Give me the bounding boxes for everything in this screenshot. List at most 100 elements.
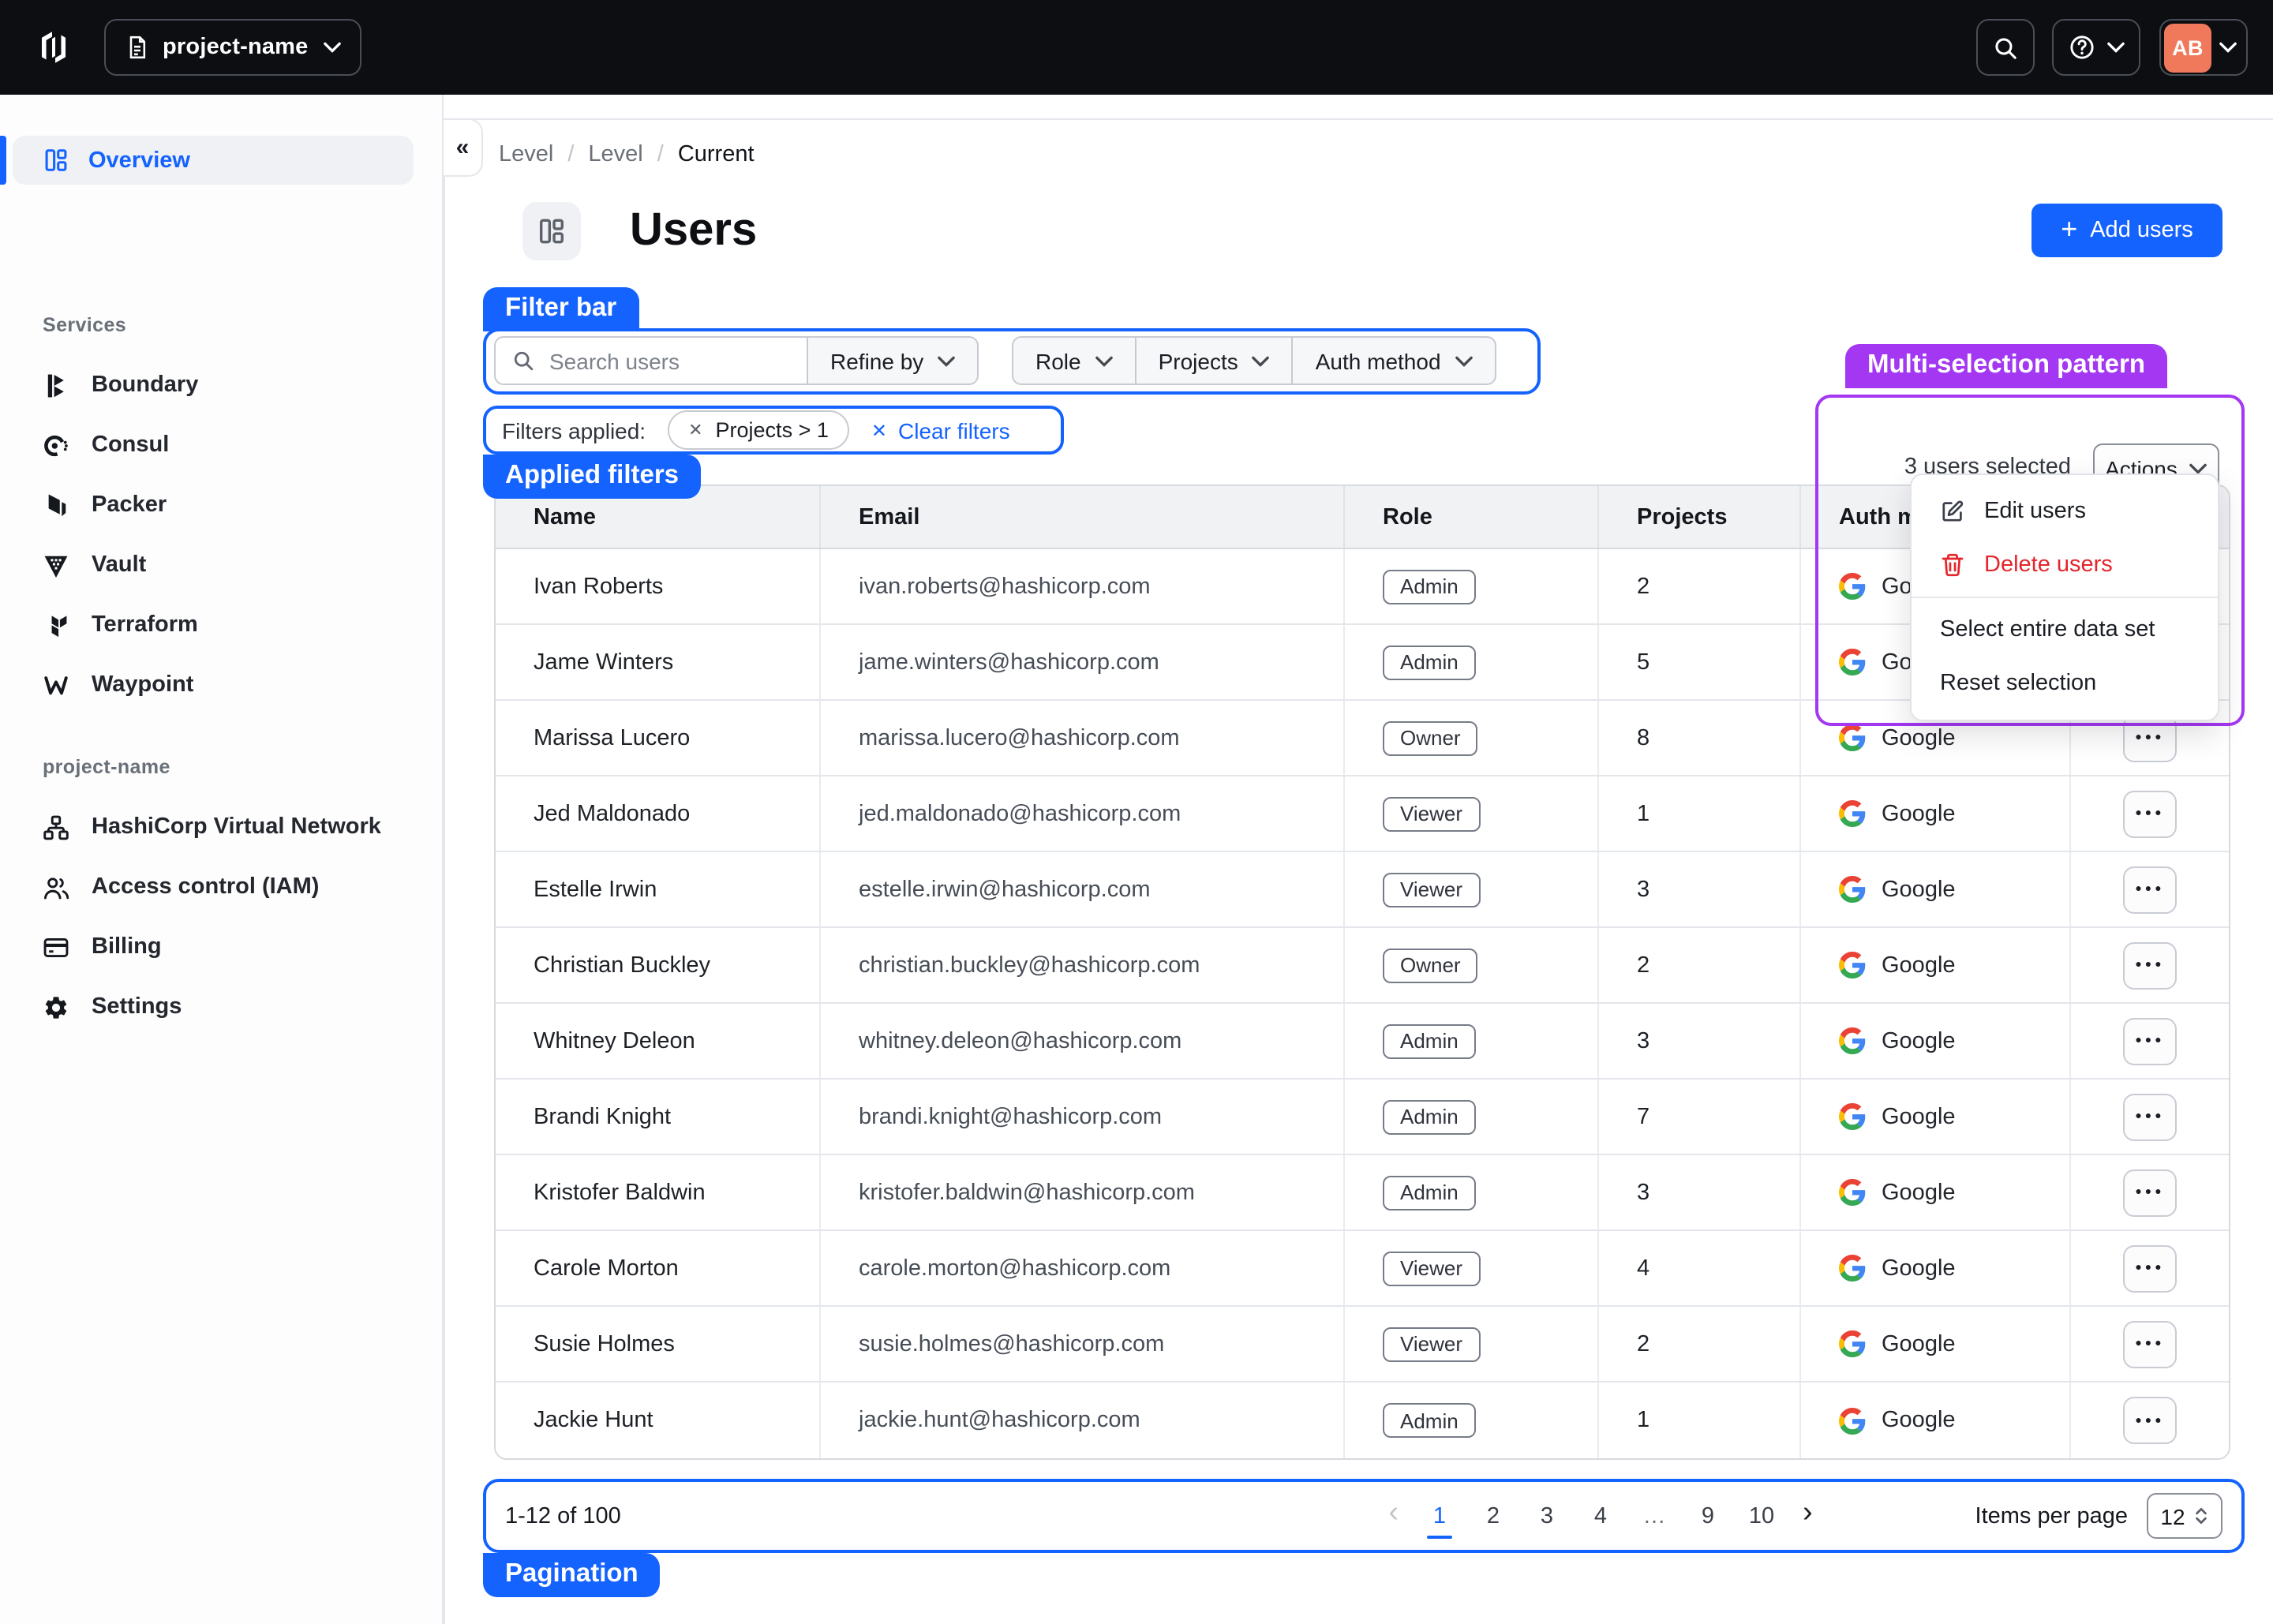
chevron-down-icon: [938, 354, 955, 367]
account-menu-button[interactable]: AB: [2159, 19, 2248, 76]
cell-name: Jackie Hunt: [496, 1383, 821, 1458]
help-icon: [2068, 33, 2096, 62]
table-row[interactable]: Whitney Deleonwhitney.deleon@hashicorp.c…: [496, 1004, 2229, 1080]
sidebar-item-terraform[interactable]: Terraform: [0, 595, 444, 655]
table-row[interactable]: Susie Holmessusie.holmes@hashicorp.comVi…: [496, 1307, 2229, 1383]
google-icon: [1839, 1255, 1866, 1282]
cell-email: brandi.knight@hashicorp.com: [821, 1080, 1345, 1154]
filter-chip-projects[interactable]: ✕ Projects > 1: [668, 410, 849, 450]
sidebar-item-waypoint[interactable]: Waypoint: [0, 655, 444, 715]
items-per-page-select[interactable]: 12: [2147, 1493, 2222, 1539]
menu-item-reset-selection[interactable]: Reset selection: [1912, 657, 2218, 710]
sidebar-item-boundary[interactable]: Boundary: [0, 355, 444, 415]
previous-page-button[interactable]: ‹: [1382, 1496, 1405, 1531]
dismiss-icon: ✕: [688, 420, 702, 440]
search-users-field[interactable]: [494, 336, 808, 385]
sidebar-item-settings[interactable]: Settings: [0, 977, 444, 1037]
project-switcher[interactable]: project-name: [104, 19, 361, 76]
role-badge: Viewer: [1383, 796, 1480, 831]
role-badge: Viewer: [1383, 872, 1480, 907]
filter-dropdown-projects[interactable]: Projects: [1136, 336, 1294, 385]
global-search-button[interactable]: [1976, 19, 2035, 76]
page-button-4[interactable]: 4: [1582, 1492, 1620, 1540]
cell-email: jame.winters@hashicorp.com: [821, 625, 1345, 699]
sidebar-item-label: Overview: [88, 148, 190, 173]
page-button-9[interactable]: 9: [1689, 1492, 1727, 1540]
row-overflow-button[interactable]: ●●●: [2123, 1244, 2177, 1292]
sidebar-collapse-button[interactable]: «: [444, 118, 483, 177]
cell-row-actions: ●●●: [2071, 1080, 2229, 1154]
page-button-1[interactable]: 1: [1421, 1492, 1459, 1540]
help-menu-button[interactable]: [2052, 19, 2140, 76]
plus-icon: +: [2061, 215, 2077, 243]
row-overflow-button[interactable]: ●●●: [2123, 1320, 2177, 1368]
row-overflow-button[interactable]: ●●●: [2123, 1017, 2177, 1065]
breadcrumb-level-1[interactable]: Level: [499, 142, 553, 167]
page-button-10[interactable]: 10: [1743, 1492, 1781, 1540]
sidebar-item-hashicorp-virtual-network[interactable]: HashiCorp Virtual Network: [0, 797, 444, 857]
auth-provider-label: Google: [1882, 1331, 1956, 1356]
cell-projects: 1: [1599, 1383, 1801, 1458]
menu-item-edit-users[interactable]: Edit users: [1912, 485, 2218, 538]
menu-item-select-entire-data-set[interactable]: Select entire data set: [1912, 603, 2218, 657]
google-icon: [1839, 1103, 1866, 1130]
row-overflow-button[interactable]: ●●●: [2123, 866, 2177, 913]
add-users-label: Add users: [2090, 218, 2193, 243]
cell-email: estelle.irwin@hashicorp.com: [821, 852, 1345, 926]
ellipsis-icon: ●●●: [2135, 1111, 2164, 1122]
table-row[interactable]: Kristofer Baldwinkristofer.baldwin@hashi…: [496, 1155, 2229, 1231]
row-overflow-button[interactable]: ●●●: [2123, 1169, 2177, 1216]
table-row[interactable]: Carole Mortoncarole.morton@hashicorp.com…: [496, 1231, 2229, 1307]
filter-dropdown-role[interactable]: Role: [1012, 336, 1136, 385]
auth-provider-label: Google: [1882, 952, 1956, 978]
search-users-input[interactable]: [549, 348, 770, 373]
add-users-button[interactable]: + Add users: [2031, 204, 2222, 257]
refine-by-button[interactable]: Refine by: [808, 336, 979, 385]
table-row[interactable]: Jed Maldonadojed.maldonado@hashicorp.com…: [496, 776, 2229, 852]
cell-row-actions: ●●●: [2071, 1155, 2229, 1229]
table-row[interactable]: Estelle Irwinestelle.irwin@hashicorp.com…: [496, 852, 2229, 928]
breadcrumb-level-2[interactable]: Level: [588, 142, 642, 167]
trash-icon: [1940, 552, 1965, 578]
menu-item-delete-users[interactable]: Delete users: [1912, 538, 2218, 592]
table-row[interactable]: Jackie Huntjackie.hunt@hashicorp.comAdmi…: [496, 1383, 2229, 1458]
top-bar: project-name AB: [0, 0, 2273, 95]
row-overflow-button[interactable]: ●●●: [2123, 790, 2177, 837]
filters-applied-text: Filters applied:: [502, 417, 646, 443]
cell-projects: 8: [1599, 701, 1801, 775]
table-row[interactable]: Brandi Knightbrandi.knight@hashicorp.com…: [496, 1080, 2229, 1155]
cell-email: christian.buckley@hashicorp.com: [821, 928, 1345, 1002]
page-button-3[interactable]: 3: [1528, 1492, 1566, 1540]
sidebar-item-packer[interactable]: Packer: [0, 475, 444, 535]
breadcrumb-current: Current: [678, 142, 755, 167]
cell-email: marissa.lucero@hashicorp.com: [821, 701, 1345, 775]
auth-provider-label: Google: [1882, 1104, 1956, 1129]
ellipsis-icon: ●●●: [2135, 808, 2164, 819]
row-overflow-button[interactable]: ●●●: [2123, 1397, 2177, 1444]
cell-email: jackie.hunt@hashicorp.com: [821, 1383, 1345, 1458]
cell-auth-method: Google: [1801, 852, 2071, 926]
ellipsis-icon: ●●●: [2135, 884, 2164, 895]
sidebar-item-vault[interactable]: Vault: [0, 535, 444, 595]
row-overflow-button[interactable]: ●●●: [2123, 1093, 2177, 1140]
cell-row-actions: ●●●: [2071, 1004, 2229, 1078]
sidebar-item-access-control-iam-[interactable]: Access control (IAM): [0, 857, 444, 917]
row-overflow-button[interactable]: ●●●: [2123, 941, 2177, 989]
sidebar-item-label: Boundary: [92, 372, 198, 398]
table-row[interactable]: Christian Buckleychristian.buckley@hashi…: [496, 928, 2229, 1004]
credit-card-icon: [43, 934, 69, 960]
cell-projects: 3: [1599, 852, 1801, 926]
sidebar-item-billing[interactable]: Billing: [0, 917, 444, 977]
sidebar-item-consul[interactable]: Consul: [0, 415, 444, 475]
sidebar-item-overview[interactable]: Overview: [13, 136, 414, 185]
page-button-2[interactable]: 2: [1474, 1492, 1512, 1540]
clear-filters-link[interactable]: ✕ Clear filters: [871, 417, 1010, 443]
row-overflow-button[interactable]: ●●●: [2123, 714, 2177, 761]
refine-by-label: Refine by: [830, 348, 923, 373]
next-page-button[interactable]: ›: [1796, 1496, 1819, 1531]
ellipsis-icon: ●●●: [2135, 1187, 2164, 1198]
cell-name: Marissa Lucero: [496, 701, 821, 775]
filter-dropdown-auth-method[interactable]: Auth method: [1294, 336, 1496, 385]
items-per-page-label: Items per page: [1975, 1503, 2128, 1529]
filter-dropdown-label: Role: [1035, 348, 1081, 373]
